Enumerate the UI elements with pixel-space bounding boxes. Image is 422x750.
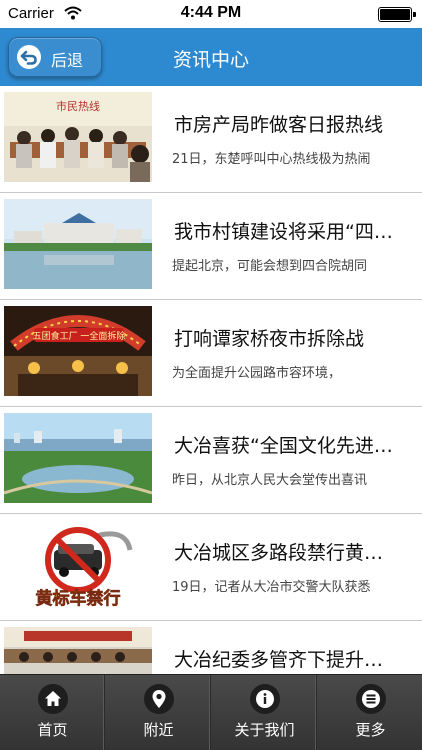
news-item[interactable]: 大冶纪委多管齐下提升效能 [0,621,422,674]
tab-bar: 首页 附近 关于我们 更多 [0,674,422,750]
news-summary: 昨日，从北京人民大会堂传出喜讯 [172,473,368,488]
tab-home[interactable]: 首页 [0,675,105,750]
info-icon [250,684,280,714]
news-summary: 为全面提升公园路市容环境， [172,366,342,381]
thumb-caption-text: 黄标车禁行 [36,588,121,609]
tab-label: 附近 [143,721,174,739]
thumb-banner-text: 五团食工厂 一全面拆除 [33,330,126,342]
page-title: 资讯中心 [172,49,249,71]
news-item[interactable]: 大冶喜获“全国文化先进县” 昨日，从北京人民大会堂传出喜讯 [0,407,422,514]
news-item[interactable]: 五团食工厂 一全面拆除 打响谭家桥夜市拆除战 为全面提升公园路市容环境， [0,300,422,407]
news-summary: 19日，记者从大冶市交警大队获悉 [172,580,371,595]
news-thumbnail: 市民热线 [4,92,152,182]
news-list[interactable]: 市民热线 市房产局昨做客日报热线 21日，东楚呼叫中心热线极为热闹 我市村镇建设… [0,86,422,674]
news-item[interactable]: 我市村镇建设将采用“四合院” 提起北京，可能会想到四合院胡同 [0,193,422,300]
tab-label: 首页 [37,721,68,739]
tab-label: 更多 [355,721,386,739]
news-item[interactable]: 黄标车禁行 大冶城区多路段禁行黄标车 19日，记者从大冶市交警大队获悉 [0,514,422,621]
battery-icon [378,7,416,22]
tab-more[interactable]: 更多 [318,675,422,750]
news-thumbnail [4,413,152,503]
location-pin-icon [144,684,174,714]
clock: 4:44 PM [180,4,242,21]
news-thumbnail: 五团食工厂 一全面拆除 [4,306,152,396]
news-title: 大冶纪委多管齐下提升效能 [174,649,398,671]
news-title: 打响谭家桥夜市拆除战 [174,328,365,350]
tab-nearby[interactable]: 附近 [106,675,211,750]
news-title: 大冶喜获“全国文化先进县” [174,435,398,457]
tab-about[interactable]: 关于我们 [212,675,317,750]
home-icon [38,684,68,714]
tab-label: 关于我们 [234,721,295,739]
news-item[interactable]: 市民热线 市房产局昨做客日报热线 21日，东楚呼叫中心热线极为热闹 [0,86,422,193]
news-title: 市房产局昨做客日报热线 [174,114,384,136]
more-list-icon [356,684,386,714]
news-thumbnail [4,199,152,289]
news-title: 我市村镇建设将采用“四合院” [174,221,398,243]
news-thumbnail [4,627,152,674]
status-bar: Carrier 4:44 PM [0,0,422,28]
news-summary: 提起北京，可能会想到四合院胡同 [172,259,368,274]
news-title: 大冶城区多路段禁行黄标车 [174,542,398,564]
news-thumbnail: 黄标车禁行 [4,520,152,610]
news-summary: 21日，东楚呼叫中心热线极为热闹 [172,152,371,167]
thumb-banner-text: 市民热线 [56,99,100,113]
navigation-bar: 后退 资讯中心 [0,28,422,86]
